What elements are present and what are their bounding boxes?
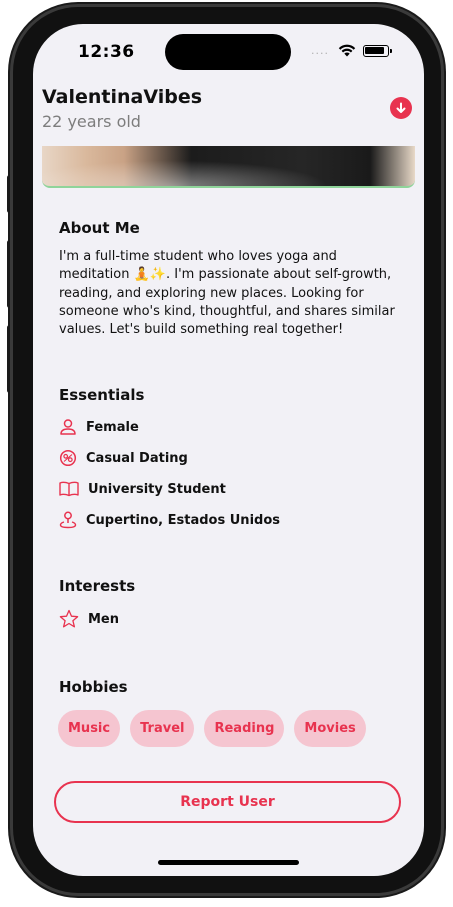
interest-item: Men bbox=[59, 608, 119, 630]
hobby-chip[interactable]: Reading bbox=[204, 710, 285, 747]
arrow-down-icon bbox=[396, 102, 406, 113]
hobby-chip[interactable]: Music bbox=[58, 710, 121, 747]
profile-name: ValentinaVibes bbox=[42, 86, 203, 108]
essential-label: Cupertino, Estados Unidos bbox=[86, 512, 280, 528]
signal-icon: .... bbox=[311, 44, 329, 57]
about-title: About Me bbox=[59, 219, 140, 237]
star-icon bbox=[59, 609, 79, 628]
battery-icon bbox=[363, 45, 392, 57]
book-icon bbox=[59, 481, 79, 497]
essential-label: University Student bbox=[88, 481, 226, 497]
essential-gender: Female bbox=[59, 416, 139, 438]
essential-label: Female bbox=[86, 419, 139, 435]
relationship-icon bbox=[59, 449, 77, 467]
about-text: I'm a full-time student who loves yoga a… bbox=[59, 249, 395, 338]
interest-label: Men bbox=[88, 611, 120, 627]
hobbies-title: Hobbies bbox=[59, 678, 128, 696]
status-bar: 12:36 .... bbox=[33, 24, 424, 82]
wifi-icon bbox=[338, 44, 356, 57]
home-indicator[interactable] bbox=[158, 860, 299, 865]
location-pin-icon bbox=[59, 511, 77, 529]
report-user-button[interactable]: Report User bbox=[54, 781, 401, 823]
person-icon bbox=[60, 419, 76, 435]
phone-screen: 12:36 .... ValentinaVibes 22 years old A… bbox=[33, 24, 424, 876]
profile-photo[interactable] bbox=[42, 146, 415, 188]
essential-occupation: University Student bbox=[59, 478, 226, 500]
essential-label: Casual Dating bbox=[86, 450, 188, 466]
hobby-chip[interactable]: Movies bbox=[294, 710, 366, 747]
scroll-down-button[interactable] bbox=[390, 97, 412, 119]
status-time: 12:36 bbox=[78, 42, 135, 62]
hobby-chip[interactable]: Travel bbox=[130, 710, 195, 747]
dynamic-island bbox=[165, 34, 291, 70]
essential-relationship: Casual Dating bbox=[59, 447, 188, 469]
profile-age: 22 years old bbox=[42, 112, 141, 131]
interests-title: Interests bbox=[59, 577, 136, 595]
hobbies-list: Music Travel Reading Movies bbox=[58, 710, 366, 747]
essential-location: Cupertino, Estados Unidos bbox=[59, 509, 280, 531]
essentials-title: Essentials bbox=[59, 386, 145, 404]
